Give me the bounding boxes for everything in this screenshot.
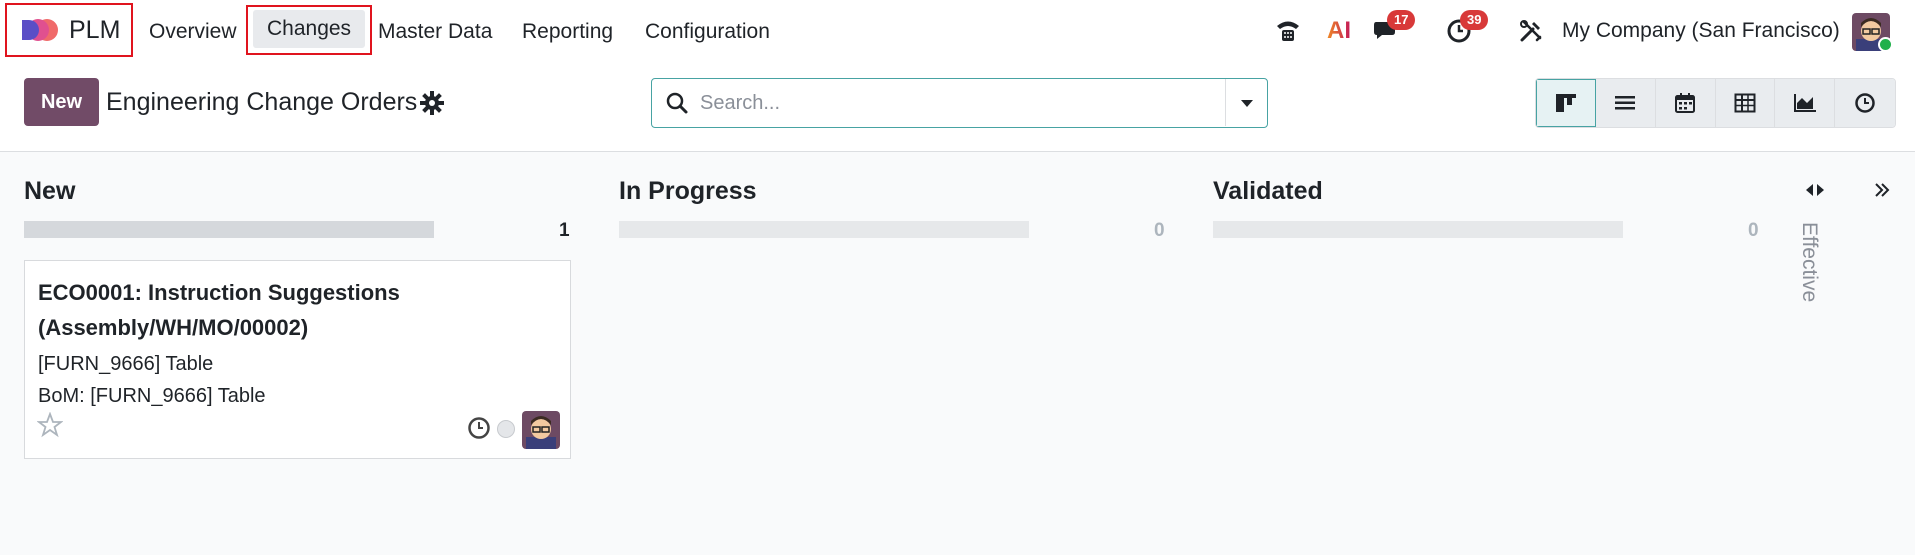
search-bar xyxy=(651,78,1268,128)
star-icon[interactable] xyxy=(37,412,63,438)
activity-view-button[interactable] xyxy=(1835,79,1895,127)
graph-view-button[interactable] xyxy=(1775,79,1836,127)
clock-icon xyxy=(1855,93,1875,113)
caret-down-icon xyxy=(1240,99,1253,107)
column-title-in-progress[interactable]: In Progress xyxy=(619,177,757,206)
list-icon xyxy=(1615,96,1636,110)
kanban-icon xyxy=(1555,94,1576,112)
messages-badge: 17 xyxy=(1387,10,1416,30)
column-progress-new[interactable] xyxy=(24,221,434,238)
nav-changes-label: Changes xyxy=(253,10,366,48)
table-icon xyxy=(1734,93,1756,113)
column-title-new[interactable]: New xyxy=(24,177,75,206)
activities-button[interactable]: 39 xyxy=(1442,10,1489,48)
app-name: PLM xyxy=(69,15,121,44)
card-product: [FURN_9666] Table xyxy=(38,353,214,375)
ai-label: AI xyxy=(1327,17,1351,44)
folded-column-effective[interactable]: Effective xyxy=(1797,222,1821,302)
ai-button[interactable]: AI xyxy=(1322,14,1356,48)
kanban-card[interactable]: ECO0001: Instruction Suggestions (Assemb… xyxy=(24,260,571,459)
messages-button[interactable]: 17 xyxy=(1369,10,1416,48)
nav-reporting[interactable]: Reporting xyxy=(510,12,625,52)
fold-arrows-icon[interactable] xyxy=(1804,180,1826,200)
column-count-in-progress: 0 xyxy=(1154,220,1165,241)
double-chevron-right-icon[interactable] xyxy=(1872,180,1892,200)
card-title: ECO0001: Instruction Suggestions (Assemb… xyxy=(38,280,400,340)
responsible-avatar[interactable] xyxy=(522,411,560,449)
search-input[interactable] xyxy=(700,89,1200,117)
online-status-dot xyxy=(1878,37,1893,52)
kanban-state-dot[interactable] xyxy=(497,420,515,438)
kanban-view-button[interactable] xyxy=(1536,79,1596,127)
column-progress-validated[interactable] xyxy=(1213,221,1623,238)
tools-icon[interactable] xyxy=(1514,14,1548,48)
gear-icon[interactable] xyxy=(420,91,444,115)
new-button[interactable]: New xyxy=(24,78,99,126)
search-options-toggle[interactable] xyxy=(1225,79,1267,126)
column-progress-in-progress[interactable] xyxy=(619,221,1029,238)
nav-master-data[interactable]: Master Data xyxy=(366,12,504,52)
column-title-validated[interactable]: Validated xyxy=(1213,177,1323,206)
activities-badge: 39 xyxy=(1460,10,1489,30)
page-title: Engineering Change Orders xyxy=(106,88,418,116)
control-panel: New Engineering Change Orders xyxy=(0,64,1915,152)
plm-logo-icon xyxy=(19,19,58,41)
nav-changes[interactable]: Changes xyxy=(246,5,373,55)
column-count-new: 1 xyxy=(559,220,570,241)
calendar-view-button[interactable] xyxy=(1655,79,1716,127)
area-chart-icon xyxy=(1793,94,1816,112)
card-bom: BoM: [FURN_9666] Table xyxy=(38,385,266,407)
nav-overview[interactable]: Overview xyxy=(137,12,249,52)
nav-configuration[interactable]: Configuration xyxy=(633,12,782,52)
phone-icon[interactable] xyxy=(1271,14,1305,48)
search-icon xyxy=(666,92,688,114)
list-view-button[interactable] xyxy=(1595,79,1656,127)
column-count-validated: 0 xyxy=(1748,220,1759,241)
activity-clock-icon[interactable] xyxy=(467,416,491,440)
view-switcher xyxy=(1535,78,1896,128)
app-brand[interactable]: PLM xyxy=(5,3,133,57)
top-navbar: PLM Overview Changes Master Data Reporti… xyxy=(0,0,1915,64)
company-switcher[interactable]: My Company (San Francisco) xyxy=(1562,19,1840,43)
calendar-icon xyxy=(1675,93,1696,113)
pivot-view-button[interactable] xyxy=(1715,79,1776,127)
